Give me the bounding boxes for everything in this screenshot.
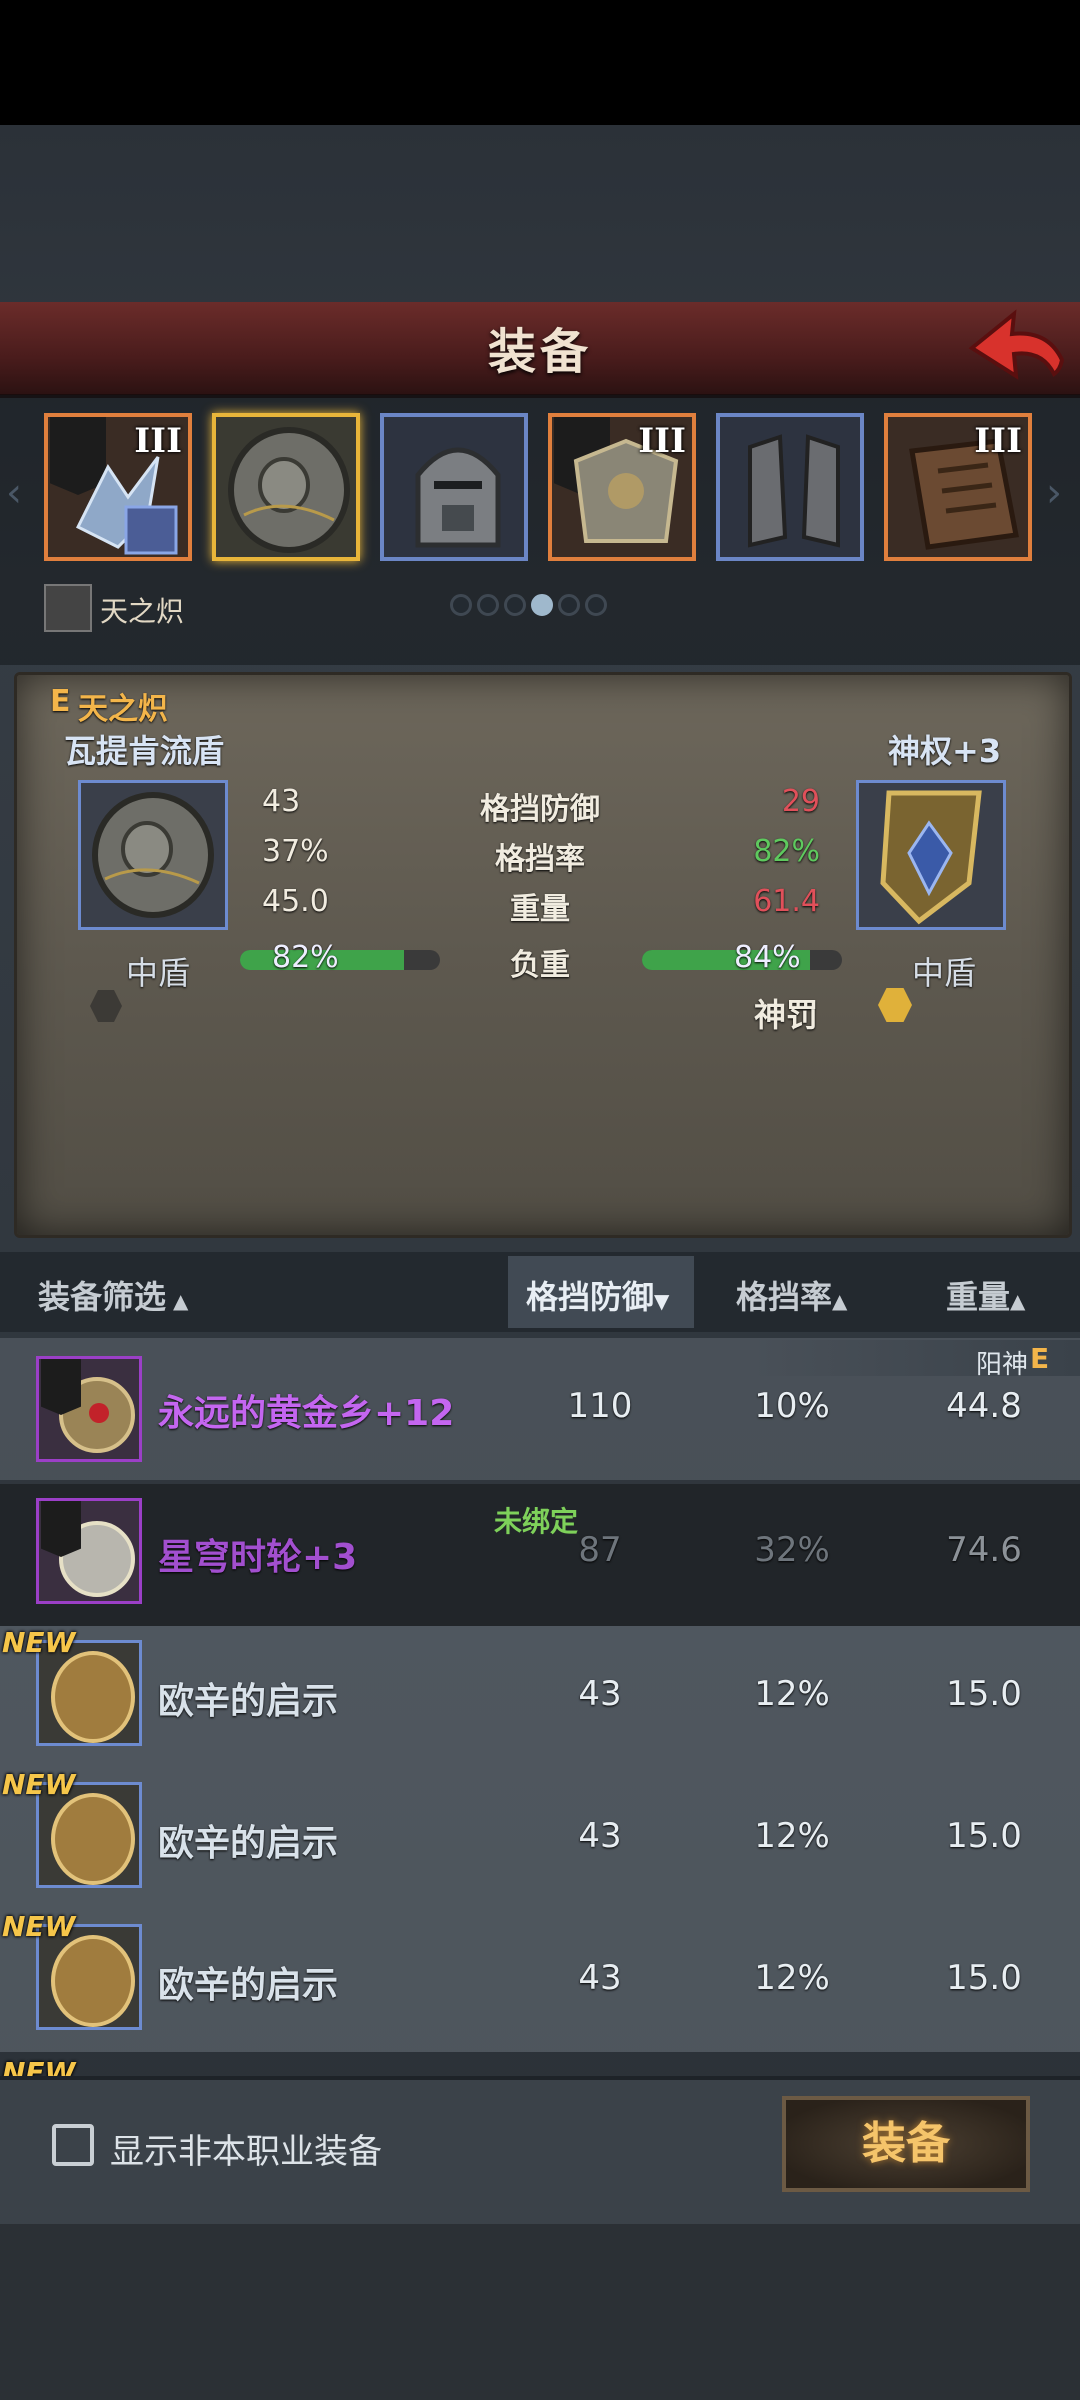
ice-wing-armor-icon [75, 456, 178, 555]
sort-up-icon: ▲ [1010, 1289, 1026, 1313]
tier-label: III [134, 421, 182, 461]
slot-armor[interactable]: III [44, 413, 192, 561]
item-name: 星穹时轮+3 [158, 1537, 358, 1578]
scroll-left-icon[interactable]: ‹ [6, 470, 22, 516]
stat-right-value: 29 [781, 784, 820, 819]
page-dot [558, 594, 580, 616]
sort-block-button[interactable]: 格挡防御▼ [526, 1272, 669, 1318]
stat-right-value: 61.4 [753, 884, 820, 919]
round-shield-icon [228, 427, 350, 553]
class-banner-icon [41, 1359, 81, 1415]
page-dot [477, 594, 499, 616]
item-rate: 12% [754, 1958, 830, 1998]
class-banner-icon [41, 1501, 81, 1557]
item-icon [36, 1498, 142, 1604]
item-weight: 15.0 [946, 1816, 1022, 1856]
current-item-name: 瓦提肯流盾 [64, 732, 225, 770]
sort-up-icon: ▲ [832, 1289, 848, 1313]
sort-weight-label: 重量 [946, 1278, 1011, 1316]
current-item-type: 中盾 [126, 954, 191, 992]
item-block: 43 [578, 1674, 622, 1714]
item-block: 43 [578, 1816, 622, 1856]
compared-load-value: 84% [734, 940, 801, 975]
sort-rate-button[interactable]: 格挡率▲ [736, 1272, 847, 1318]
stat-label: 格挡率 [495, 842, 585, 877]
new-badge: NEW [2, 2056, 76, 2076]
partial-row: NEW [0, 2054, 1080, 2076]
slot-chest[interactable]: III [548, 413, 696, 561]
character-avatar[interactable] [44, 584, 92, 632]
sort-down-icon: ▼ [654, 1289, 670, 1313]
sort-weight-button[interactable]: 重量▲ [946, 1272, 1025, 1318]
skill-label: 神罚 [754, 996, 819, 1034]
ornate-shield-icon [880, 790, 982, 925]
new-badge: NEW [2, 1768, 76, 1801]
item-weight: 15.0 [946, 1674, 1022, 1714]
item-icon [36, 1356, 142, 1462]
tier-label: III [974, 421, 1022, 461]
compared-item-icon[interactable] [856, 780, 1006, 930]
knight-helmet-icon [415, 447, 501, 548]
scroll-right-icon[interactable]: › [1046, 470, 1062, 516]
stat-left-value: 45.0 [262, 884, 329, 919]
new-badge: NEW [2, 1626, 76, 1659]
page-dot [450, 594, 472, 616]
item-name: 永远的黄金乡+12 [158, 1393, 455, 1434]
filter-button[interactable]: 装备筛选 ▲ [38, 1272, 188, 1318]
slot-legs[interactable] [716, 413, 864, 561]
item-block: 87 [578, 1530, 622, 1570]
stat-right-value: 82% [753, 834, 820, 869]
item-block: 43 [578, 1958, 622, 1998]
item-block: 110 [567, 1386, 633, 1426]
round-shield-icon [92, 792, 214, 918]
slot-shield[interactable] [212, 413, 360, 561]
page-dot-active [531, 594, 553, 616]
item-weight: 15.0 [946, 1958, 1022, 1998]
back-button[interactable] [968, 308, 1066, 386]
owner-badge: E [50, 684, 71, 719]
stat-label: 格挡防御 [480, 792, 600, 827]
current-load-bar [240, 950, 440, 970]
item-name: 欧辛的启示 [158, 1823, 339, 1864]
owner-name: 天之炽 [78, 692, 168, 727]
slot-book[interactable]: III [884, 413, 1032, 561]
current-item-icon[interactable] [78, 780, 228, 930]
item-weight: 74.6 [946, 1530, 1022, 1570]
compared-item-type: 中盾 [912, 954, 977, 992]
page-indicator [450, 594, 612, 620]
sort-up-icon: ▲ [166, 1289, 189, 1313]
page-dot [504, 594, 526, 616]
filter-label: 装备筛选 [38, 1278, 167, 1316]
item-rate: 32% [754, 1530, 830, 1570]
row-tag-badge: E [1030, 1342, 1050, 1375]
page-title: 装备 [487, 324, 592, 380]
item-rate: 12% [754, 1674, 830, 1714]
compared-item-name: 神权+3 [888, 732, 1002, 770]
new-badge: NEW [2, 1910, 76, 1943]
greaves-icon [748, 434, 840, 548]
item-name: 欧辛的启示 [158, 1681, 339, 1722]
show-other-class-checkbox[interactable] [52, 2124, 94, 2166]
sort-rate-label: 格挡率 [736, 1278, 833, 1316]
row-tag: 阳神 [976, 1350, 1029, 1380]
stat-label: 重量 [510, 892, 570, 927]
slot-helmet[interactable] [380, 413, 528, 561]
page-dot [585, 594, 607, 616]
item-rate: 10% [754, 1386, 830, 1426]
stat-left-value: 37% [262, 834, 329, 869]
item-rate: 12% [754, 1816, 830, 1856]
current-load-value: 82% [272, 940, 339, 975]
item-name: 欧辛的启示 [158, 1965, 339, 2006]
load-label: 负重 [510, 948, 570, 983]
checkbox-label: 显示非本职业装备 [110, 2132, 382, 2172]
bottom-area [0, 2224, 1080, 2400]
stat-left-value: 43 [262, 784, 301, 819]
status-bar [0, 0, 1080, 125]
sort-block-label: 格挡防御 [526, 1278, 655, 1316]
equip-button[interactable]: 装备 [782, 2096, 1030, 2192]
character-name: 天之炽 [100, 595, 185, 628]
item-weight: 44.8 [946, 1386, 1022, 1426]
back-arrow-icon [968, 309, 1065, 380]
tier-label: III [638, 421, 686, 461]
